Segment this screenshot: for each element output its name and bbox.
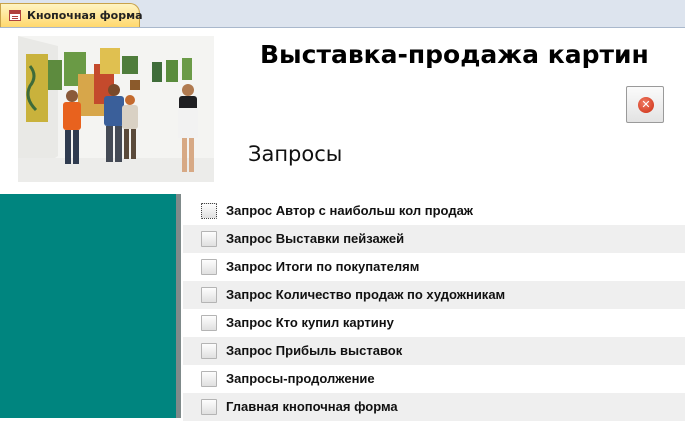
document-tab-bar: Кнопочная форма <box>0 0 685 28</box>
menu-button[interactable] <box>201 203 217 219</box>
menu-button[interactable] <box>201 371 217 387</box>
menu-item[interactable]: Запрос Количество продаж по художникам <box>183 281 685 309</box>
menu-item[interactable]: Запросы-продолжение <box>183 365 685 393</box>
form-title: Выставка-продажа картин <box>260 40 649 69</box>
menu-item-label[interactable]: Запрос Автор с наибольш кол продаж <box>226 203 473 218</box>
menu-button[interactable] <box>201 315 217 331</box>
menu-item-label[interactable]: Запрос Количество продаж по художникам <box>226 287 505 302</box>
menu-button[interactable] <box>201 343 217 359</box>
form-icon <box>9 10 21 21</box>
menu-button[interactable] <box>201 259 217 275</box>
side-panel <box>0 194 176 418</box>
menu-item[interactable]: Запрос Автор с наибольш кол продаж <box>183 197 685 225</box>
menu-item[interactable]: Запрос Кто купил картину <box>183 309 685 337</box>
tab-label: Кнопочная форма <box>27 9 143 22</box>
menu-item[interactable]: Запрос Итоги по покупателям <box>183 253 685 281</box>
close-button[interactable]: ✕ <box>626 86 664 123</box>
menu-button[interactable] <box>201 287 217 303</box>
gallery-illustration <box>18 36 214 182</box>
menu-item-label[interactable]: Запрос Кто купил картину <box>226 315 394 330</box>
menu-item-label[interactable]: Запрос Выставки пейзажей <box>226 231 404 246</box>
menu-item-label[interactable]: Запрос Прибыль выставок <box>226 343 402 358</box>
gallery-photo <box>18 36 214 182</box>
close-icon: ✕ <box>638 97 654 113</box>
switchboard-menu: Запрос Автор с наибольш кол продаж Запро… <box>183 197 685 421</box>
menu-item-label[interactable]: Запросы-продолжение <box>226 371 375 386</box>
side-panel-divider <box>176 194 181 418</box>
section-label: Запросы <box>248 142 343 166</box>
menu-item-label[interactable]: Запрос Итоги по покупателям <box>226 259 419 274</box>
menu-button[interactable] <box>201 399 217 415</box>
menu-item[interactable]: Главная кнопочная форма <box>183 393 685 421</box>
menu-item[interactable]: Запрос Прибыль выставок <box>183 337 685 365</box>
menu-button[interactable] <box>201 231 217 247</box>
menu-item-label[interactable]: Главная кнопочная форма <box>226 399 398 414</box>
menu-item[interactable]: Запрос Выставки пейзажей <box>183 225 685 253</box>
tab-switchboard-form[interactable]: Кнопочная форма <box>0 3 143 27</box>
